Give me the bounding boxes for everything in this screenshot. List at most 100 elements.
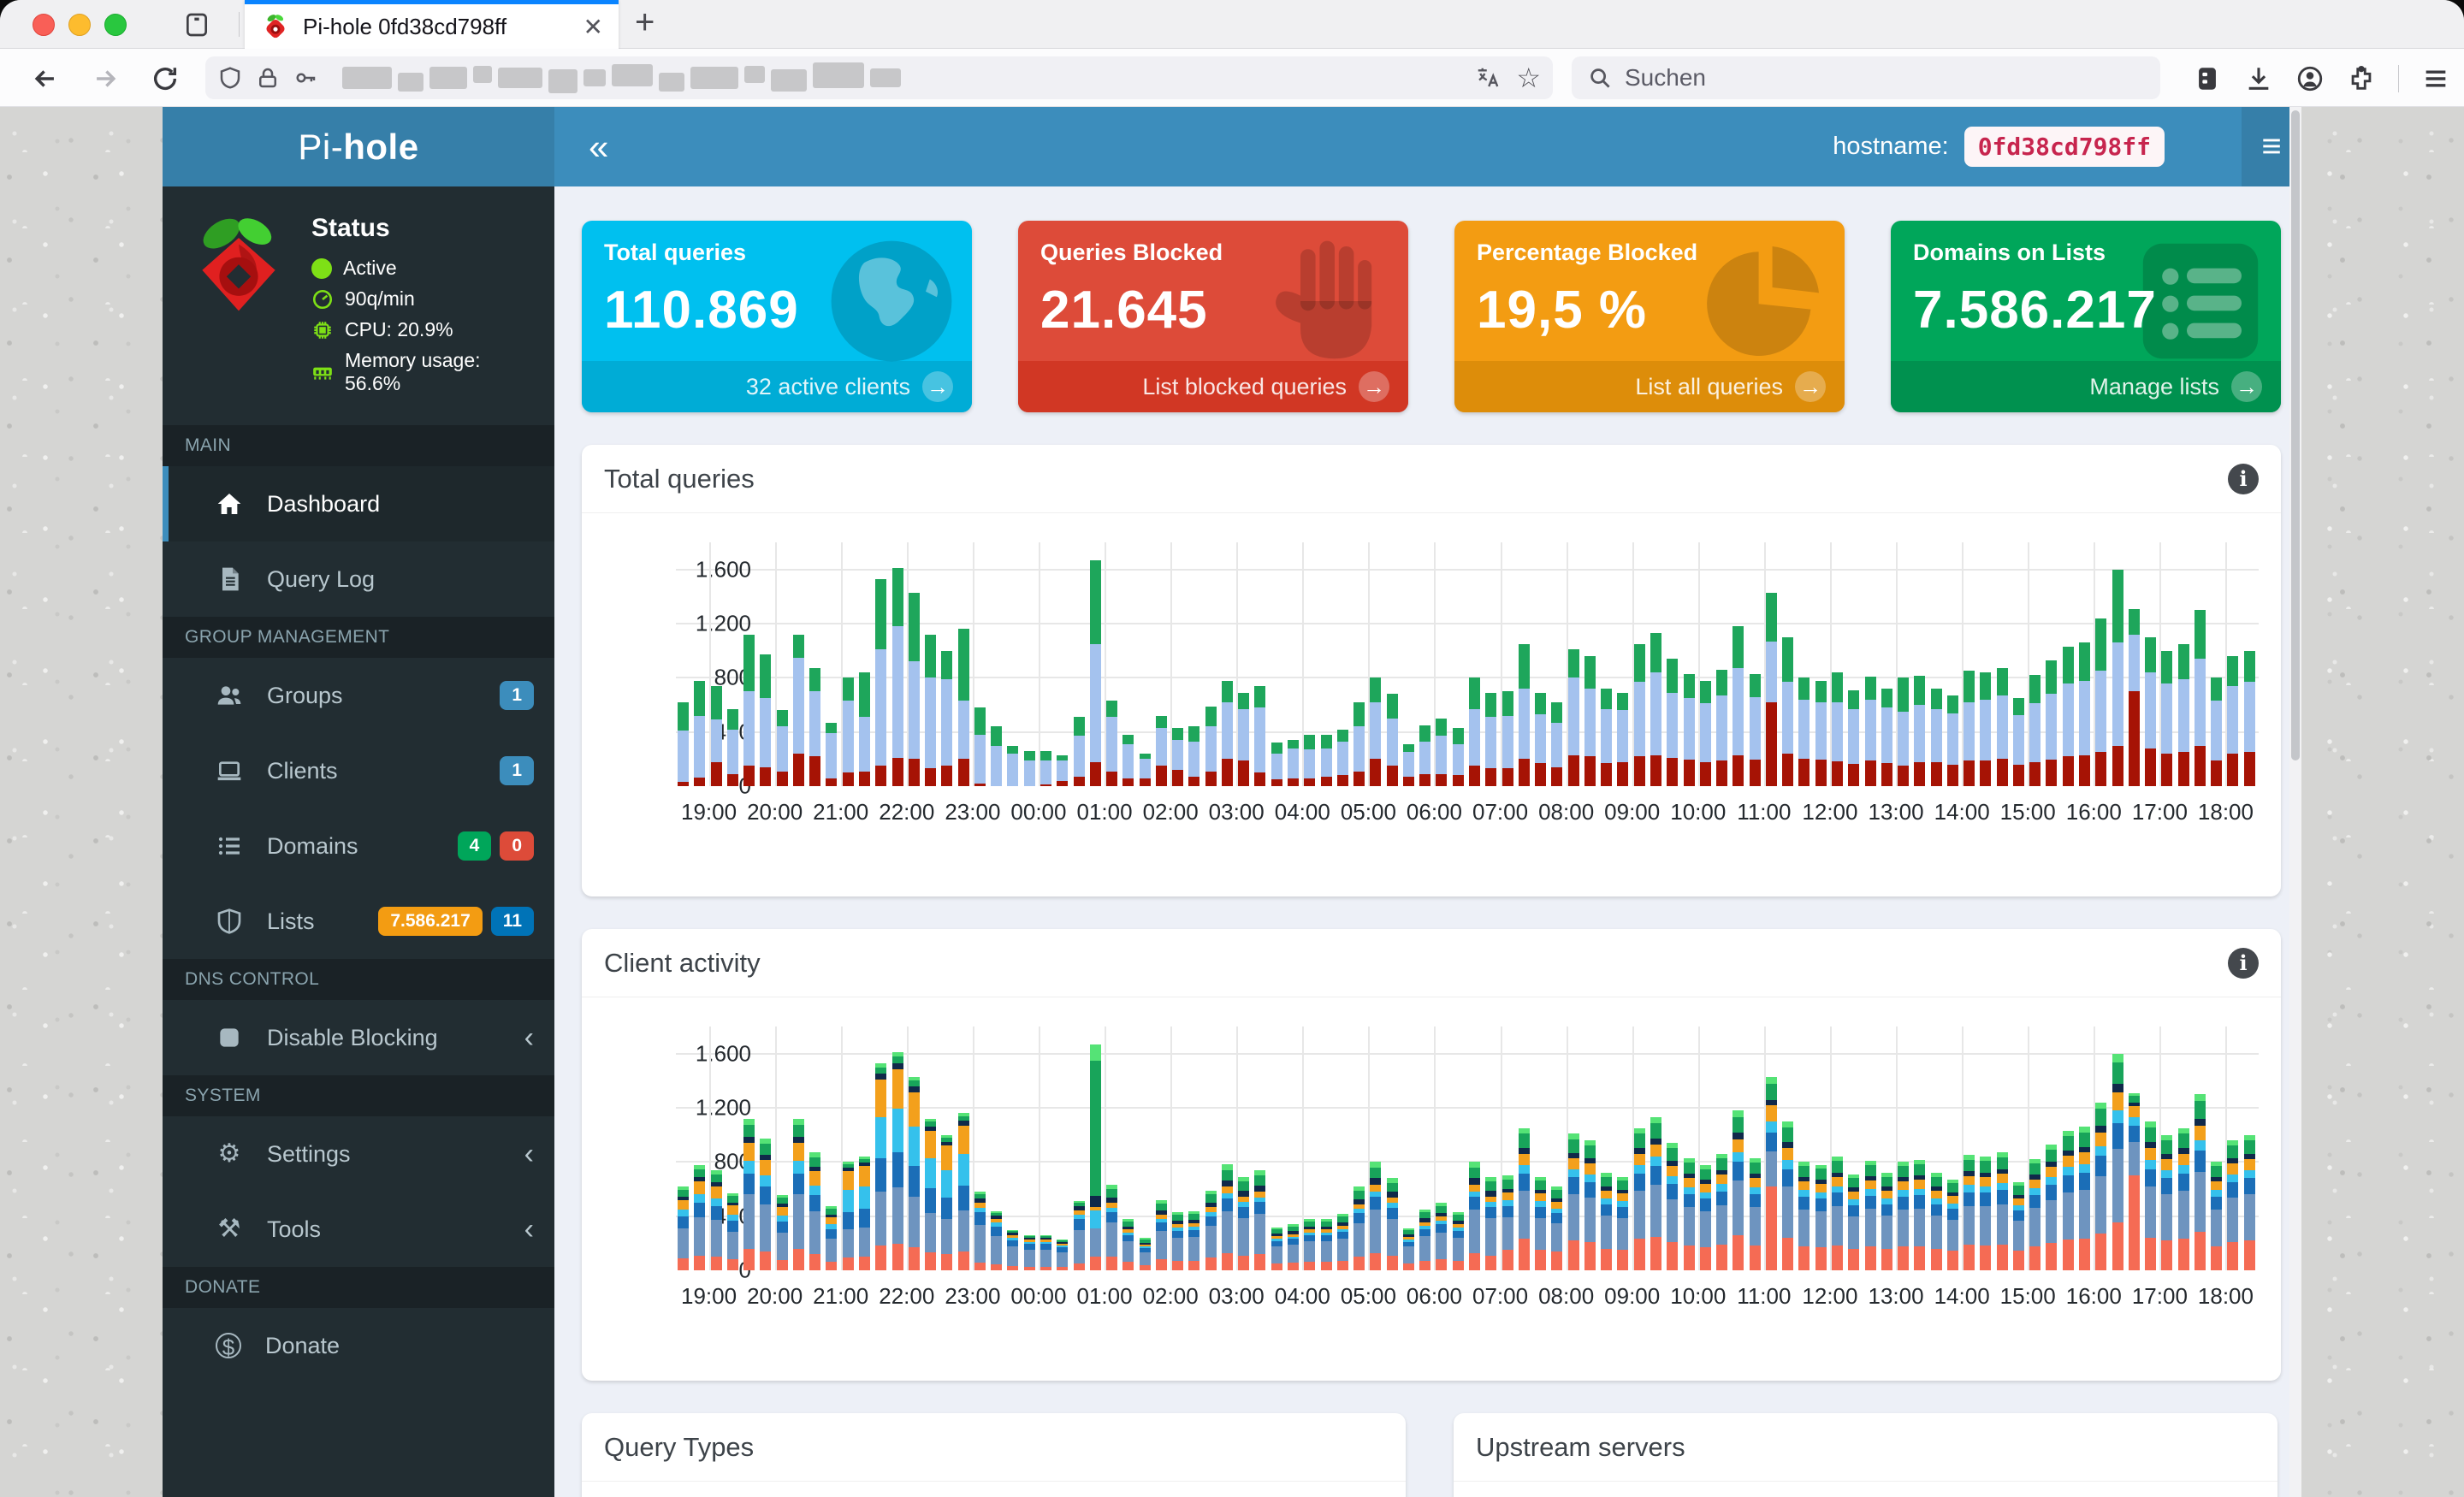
stacked-bar[interactable] [1469,1162,1480,1270]
stacked-bar[interactable] [1980,672,1992,786]
stacked-bar[interactable] [974,1192,986,1270]
stacked-bar[interactable] [1914,675,1926,786]
stacked-bar[interactable] [826,1206,838,1270]
stacked-bar[interactable] [875,1062,887,1270]
stacked-bar[interactable] [1238,1176,1250,1270]
stacked-bar[interactable] [1633,643,1645,786]
stacked-bar[interactable] [1848,1174,1860,1270]
stacked-bar[interactable] [2243,1134,2255,1270]
stacked-bar[interactable] [1452,1211,1464,1270]
stacked-bar[interactable] [941,1134,953,1270]
stacked-bar[interactable] [2177,1127,2189,1270]
stacked-bar[interactable] [1567,649,1579,786]
stacked-bar[interactable] [760,654,772,786]
sidebar-collapse-icon[interactable]: « [589,107,608,186]
stacked-bar[interactable] [1288,740,1300,786]
stacked-bar[interactable] [1188,726,1200,786]
stacked-bar[interactable] [2012,1182,2024,1270]
stacked-bar[interactable] [1667,659,1679,786]
stacked-bar[interactable] [1270,743,1282,786]
stacked-bar[interactable] [991,1210,1003,1270]
stacked-bar[interactable] [1798,677,1810,786]
stacked-bar[interactable] [1946,1179,1958,1270]
shield-icon[interactable] [217,65,243,91]
stacked-bar[interactable] [1683,673,1695,786]
stacked-bar[interactable] [726,708,738,786]
info-icon[interactable]: i [2228,947,2259,979]
stacked-bar[interactable] [1699,681,1711,786]
stacked-bar[interactable] [2211,677,2223,786]
lock-icon[interactable] [255,65,281,91]
stacked-bar[interactable] [1238,692,1250,786]
stacked-bar[interactable] [1980,1156,1992,1270]
stacked-bar[interactable] [1930,689,1942,786]
stacked-bar[interactable] [1205,706,1217,786]
stacked-bar[interactable] [941,650,953,786]
stacked-bar[interactable] [1452,727,1464,786]
sidebar-item-lists[interactable]: Lists 7.586.217 11 [163,884,554,959]
sidebar-item-donate[interactable]: $ Donate [163,1308,554,1383]
stacked-bar[interactable] [1221,680,1233,786]
stacked-bar[interactable] [1732,626,1744,786]
stacked-bar[interactable] [891,568,903,786]
sidebar-item-query-log[interactable]: Query Log [163,541,554,617]
sidebar-item-settings[interactable]: ⚙ Settings ‹ [163,1116,554,1192]
stacked-bar[interactable] [792,1118,804,1270]
stacked-bar[interactable] [1089,1044,1101,1270]
stacked-bar[interactable] [2112,1053,2123,1270]
stacked-bar[interactable] [858,672,870,786]
stacked-bar[interactable] [826,722,838,786]
stacked-bar[interactable] [2062,646,2074,786]
stacked-bar[interactable] [1122,734,1134,786]
stacked-bar[interactable] [2079,1127,2091,1270]
stacked-bar[interactable] [858,1157,870,1270]
stacked-bar[interactable] [1436,1202,1448,1270]
account-icon[interactable] [2295,64,2325,93]
stacked-bar[interactable] [1172,1211,1184,1270]
stacked-bar[interactable] [2194,610,2206,786]
stacked-bar[interactable] [1254,1170,1266,1270]
stacked-bar[interactable] [1732,1110,1744,1270]
stacked-bar[interactable] [2128,1092,2140,1270]
stacked-bar[interactable] [842,677,854,786]
stacked-bar[interactable] [678,1186,689,1270]
stacked-bar[interactable] [2012,698,2024,786]
sidebar-item-clients[interactable]: Clients 1 [163,733,554,808]
stacked-bar[interactable] [842,1162,854,1270]
stacked-bar[interactable] [1535,1176,1547,1270]
stacked-bar[interactable] [1765,1076,1777,1270]
key-permission-icon[interactable] [293,65,318,91]
stacked-bar[interactable] [743,634,755,786]
sidebar-item-domains[interactable]: Domains 4 0 [163,808,554,884]
address-bar[interactable]: ☆ [205,56,1553,99]
page-scrollbar[interactable] [2289,107,2301,1497]
stacked-bar[interactable] [1964,1155,1975,1270]
stacked-bar[interactable] [1089,559,1101,786]
forward-icon[interactable] [91,64,120,93]
stacked-bar[interactable] [1402,743,1414,786]
stacked-bar[interactable] [1106,701,1118,786]
stacked-bar[interactable] [1155,715,1167,786]
stacked-bar[interactable] [1946,695,1958,786]
stacked-bar[interactable] [1270,1227,1282,1270]
bookmark-star-icon[interactable]: ☆ [1516,64,1541,92]
stacked-bar[interactable] [1336,729,1348,786]
stacked-bar[interactable] [1320,734,1332,786]
stacked-bar[interactable] [1864,1160,1876,1270]
stacked-bar[interactable] [1304,734,1316,786]
stacked-bar[interactable] [925,634,937,786]
stacked-bar[interactable] [1782,636,1794,786]
stacked-bar[interactable] [2095,618,2107,786]
stacked-bar[interactable] [1155,1199,1167,1270]
stacked-bar[interactable] [1815,1164,1827,1270]
stacked-bar[interactable] [2227,656,2239,786]
client-activity-chart[interactable]: 04008001.2001.60019:0020:0021:0022:0023:… [676,1027,2259,1309]
stacked-bar[interactable] [2161,650,2173,786]
stacked-bar[interactable] [1535,692,1547,786]
stacked-bar[interactable] [1485,692,1497,786]
stacked-bar[interactable] [1023,750,1035,786]
stacked-bar[interactable] [694,680,706,786]
stacked-bar[interactable] [2062,1130,2074,1270]
translate-icon[interactable] [1475,65,1501,91]
stacked-bar[interactable] [2145,636,2157,786]
